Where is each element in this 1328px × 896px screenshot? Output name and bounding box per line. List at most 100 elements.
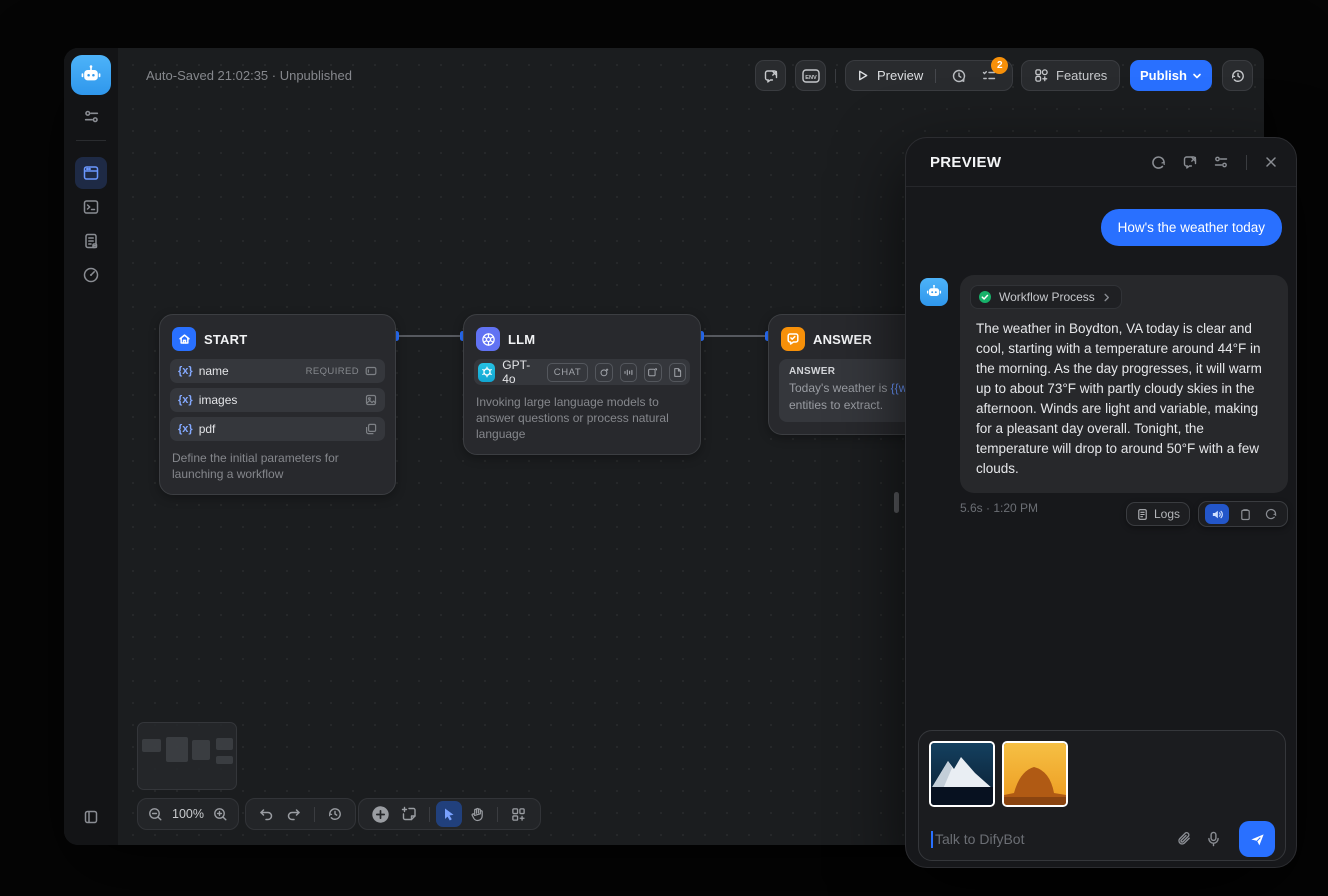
- app-logo-robot-icon[interactable]: [71, 55, 111, 95]
- refresh-conversation-icon[interactable]: [1150, 154, 1167, 171]
- attachment-thumbnail-mountain-night[interactable]: [929, 741, 995, 807]
- collapse-sidebar-icon[interactable]: [77, 803, 105, 831]
- checklist-button[interactable]: 2: [978, 65, 1000, 87]
- text-input-icon: [365, 365, 377, 377]
- preview-panel: PREVIEW How's the weather today: [905, 137, 1297, 868]
- zoom-out-button[interactable]: [142, 800, 168, 828]
- clear-chat-icon[interactable]: [1182, 154, 1198, 170]
- workflow-process-toggle[interactable]: Workflow Process: [970, 285, 1122, 309]
- publish-button[interactable]: Publish: [1130, 60, 1212, 91]
- autosave-status: Auto-Saved 21:02:35 · Unpublished: [146, 68, 352, 83]
- llm-model-row[interactable]: GPT-4o CHAT: [474, 359, 690, 385]
- microphone-icon: [1206, 831, 1221, 847]
- bot-avatar: [920, 278, 948, 306]
- node-title: ANSWER: [813, 332, 872, 347]
- undo-button[interactable]: [252, 800, 280, 828]
- start-field-pdf[interactable]: {x} pdf: [170, 417, 385, 441]
- copy-button[interactable]: [1235, 504, 1255, 524]
- app-settings-icon[interactable]: [77, 102, 105, 130]
- toolbar-divider: [835, 69, 836, 83]
- chat-settings-icon[interactable]: [1213, 154, 1229, 170]
- node-description: Invoking large language models to answer…: [474, 394, 690, 442]
- node-title: LLM: [508, 332, 535, 347]
- bot-message-bubble: Workflow Process The weather in Boydton,…: [960, 275, 1288, 493]
- sidebar-item-orchestrate[interactable]: [75, 157, 107, 189]
- sidebar-item-api[interactable]: [75, 191, 107, 223]
- features-button[interactable]: Features: [1021, 60, 1120, 91]
- chevron-down-icon: [1192, 71, 1202, 81]
- version-history-button[interactable]: [1222, 60, 1253, 91]
- add-node-button[interactable]: [367, 800, 395, 828]
- start-field-images[interactable]: {x} images: [170, 388, 385, 412]
- openai-icon: [478, 363, 495, 382]
- start-field-name[interactable]: {x} name REQUIRED: [170, 359, 385, 383]
- sidebar-divider: [76, 140, 106, 141]
- message-actions: Logs: [1126, 501, 1288, 527]
- run-history-button[interactable]: [948, 65, 970, 87]
- required-tag: REQUIRED: [306, 366, 359, 377]
- env-icon: ENV: [802, 69, 820, 83]
- change-history-button[interactable]: [321, 800, 349, 828]
- sidebar-item-monitoring[interactable]: [75, 259, 107, 291]
- preview-title: PREVIEW: [930, 154, 1001, 171]
- document-capability-icon: [669, 363, 686, 382]
- paperclip-icon: [1176, 831, 1192, 847]
- node-title: START: [204, 332, 247, 347]
- checklist-badge: 2: [991, 57, 1008, 74]
- pointer-mode-button[interactable]: [436, 800, 464, 828]
- edge-llm-answer: [702, 335, 767, 337]
- attach-file-button[interactable]: [1176, 831, 1192, 847]
- history-icon: [1230, 68, 1246, 84]
- model-mode-badge: CHAT: [547, 363, 589, 382]
- send-icon: [1249, 831, 1266, 848]
- logs-icon: [1136, 508, 1149, 521]
- bot-message-text: The weather in Boydton, VA today is clea…: [976, 319, 1272, 479]
- zoom-level[interactable]: 100%: [168, 807, 208, 821]
- node-tools: [358, 798, 541, 830]
- chevron-right-icon: [1102, 293, 1111, 302]
- sidebar-item-logs[interactable]: [75, 225, 107, 257]
- minimap[interactable]: [137, 722, 237, 790]
- robot-icon: [79, 63, 103, 87]
- edge-start-llm: [397, 335, 462, 337]
- chat-clear-icon: [763, 68, 779, 84]
- auto-layout-button[interactable]: [504, 800, 532, 828]
- composer: Talk to DifyBot: [918, 730, 1286, 861]
- close-icon[interactable]: [1264, 155, 1278, 169]
- restart-chat-button[interactable]: [755, 60, 786, 91]
- chat-input[interactable]: Talk to DifyBot: [929, 821, 1275, 857]
- preview-button[interactable]: Preview: [877, 68, 923, 83]
- regenerate-button[interactable]: [1261, 504, 1281, 524]
- home-icon: [172, 327, 196, 351]
- env-variables-button[interactable]: ENV: [795, 60, 826, 91]
- canvas-scrollbar[interactable]: [894, 492, 899, 513]
- zoom-in-button[interactable]: [208, 800, 234, 828]
- group-divider: [935, 69, 936, 83]
- preview-group: Preview 2: [845, 60, 1013, 91]
- hand-mode-button[interactable]: [463, 800, 491, 828]
- undo-redo-controls: [245, 798, 356, 830]
- preview-header: PREVIEW: [906, 138, 1296, 187]
- clipboard-icon: [1239, 508, 1252, 521]
- model-name: GPT-4o: [502, 358, 540, 386]
- speak-aloud-button[interactable]: [1205, 504, 1229, 524]
- redo-button[interactable]: [280, 800, 308, 828]
- vision-capability-icon: [595, 363, 612, 382]
- voice-input-button[interactable]: [1206, 831, 1221, 847]
- node-llm[interactable]: LLM GPT-4o CHAT: [463, 314, 701, 455]
- header-divider: [1246, 155, 1247, 170]
- add-note-button[interactable]: [395, 800, 423, 828]
- svg-text:ENV: ENV: [805, 74, 817, 80]
- image-capability-icon: [644, 363, 661, 382]
- features-icon: [1034, 68, 1049, 83]
- screen: Auto-Saved 21:02:35 · Unpublished ENV Pr…: [0, 0, 1328, 896]
- play-icon: [856, 69, 869, 82]
- send-button[interactable]: [1239, 821, 1275, 857]
- logs-button[interactable]: Logs: [1126, 502, 1190, 526]
- regenerate-icon: [1264, 507, 1278, 521]
- attachment-thumbnail-mountain-sunset[interactable]: [1002, 741, 1068, 807]
- chat-area: How's the weather today Workflow Process…: [906, 187, 1296, 727]
- node-start[interactable]: START {x} name REQUIRED {x} images: [159, 314, 396, 495]
- speaker-icon: [1211, 508, 1224, 521]
- audio-capability-icon: [620, 363, 637, 382]
